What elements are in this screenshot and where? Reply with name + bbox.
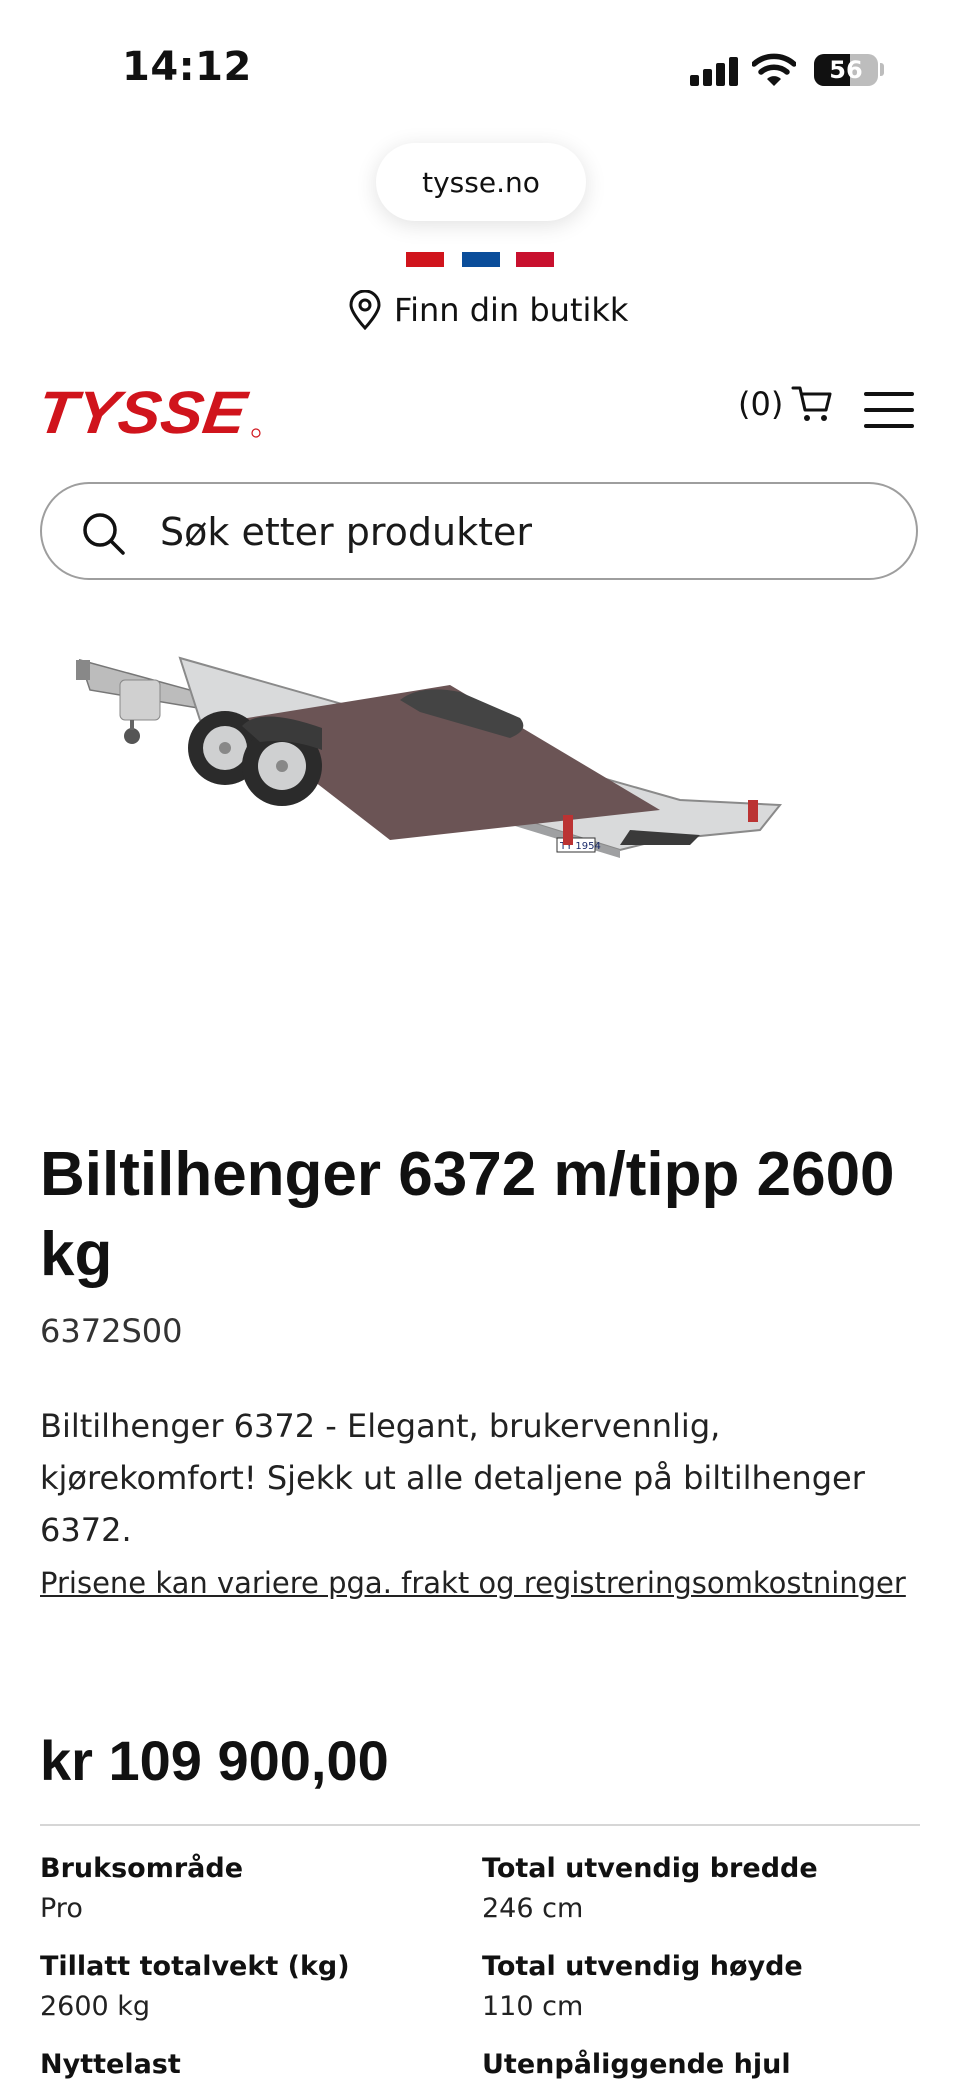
flag-sweden[interactable] [462, 252, 500, 267]
location-pin-icon [349, 290, 381, 330]
wifi-icon [752, 53, 796, 86]
cart-button[interactable]: (0) [738, 384, 833, 424]
shopping-cart-icon [791, 386, 832, 421]
product-image[interactable]: TY 1954 [60, 640, 800, 900]
spec-label: Tillatt totalvekt (kg) [40, 1951, 350, 1982]
menu-line [864, 408, 914, 412]
cart-count: (0) [738, 385, 784, 423]
search-input[interactable]: Søk etter produkter [160, 484, 532, 580]
status-time: 14:12 [122, 44, 252, 90]
menu-line [864, 392, 914, 396]
spec-value: 246 cm [482, 1893, 584, 1924]
store-finder-label: Finn din butikk [394, 291, 629, 329]
tysse-logo[interactable]: TYSSE [40, 383, 262, 439]
spec-label: Utenpåliggende hjul [482, 2049, 791, 2080]
spec-value: Pro [40, 1893, 83, 1924]
logo-text: TYSSE [40, 383, 253, 439]
menu-button[interactable] [864, 390, 914, 430]
spec-value: 2600 kg [40, 1991, 151, 2022]
product-price: kr 109 900,00 [40, 1729, 389, 1792]
divider [40, 1824, 920, 1826]
cellular-signal-icon [690, 56, 740, 86]
search-bar[interactable]: Søk etter produkter [40, 482, 918, 580]
url-bar[interactable]: tysse.no [376, 143, 586, 221]
spec-label: Total utvendig bredde [482, 1853, 818, 1884]
product-title: Biltilhenger 6372 m/tipp 2600kg [40, 1140, 895, 1289]
spec-label: Total utvendig høyde [482, 1951, 803, 1982]
spec-label: Nyttelast [40, 2049, 181, 2080]
flag-denmark[interactable] [516, 252, 554, 267]
spec-label: Bruksområde [40, 1853, 244, 1884]
battery-percent: 56 [829, 56, 863, 84]
product-sku: 6372S00 [40, 1312, 183, 1350]
battery-tip [880, 63, 884, 76]
price-disclaimer-link[interactable]: Prisene kan variere pga. frakt og regist… [40, 1566, 906, 1600]
store-finder-link[interactable]: Finn din butikk [348, 286, 628, 334]
battery-icon: 56 [814, 54, 878, 86]
menu-line [864, 424, 914, 428]
flag-norway[interactable] [406, 252, 444, 267]
search-icon [83, 513, 125, 555]
spec-value: 110 cm [482, 1991, 584, 2022]
url-text: tysse.no [422, 165, 540, 199]
product-description: Biltilhenger 6372 - Elegant, brukervennl… [40, 1407, 865, 1549]
